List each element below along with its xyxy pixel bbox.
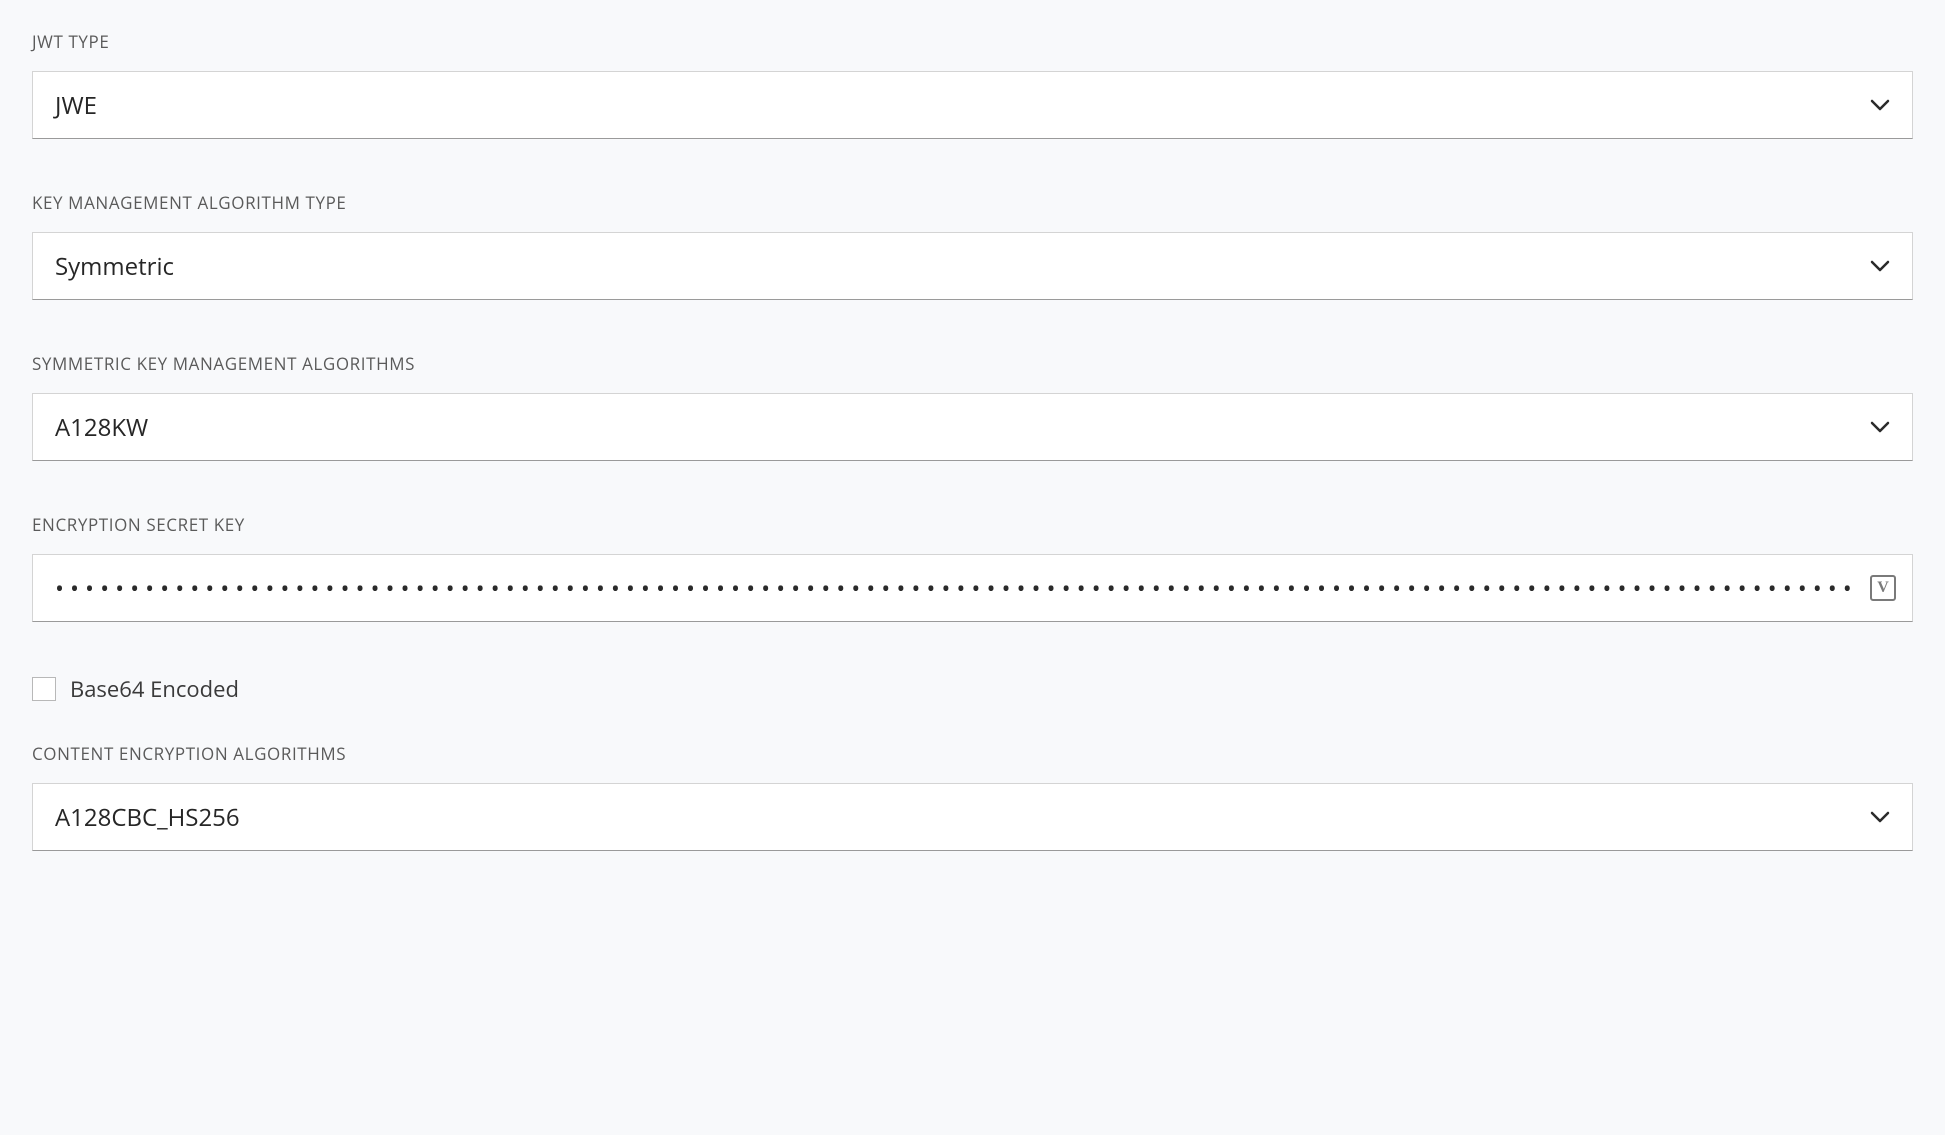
key-mgmt-type-value: Symmetric [55, 250, 174, 283]
chevron-down-icon [1870, 421, 1890, 433]
content-encryption-algos-label: CONTENT ENCRYPTION ALGORITHMS [32, 742, 1913, 765]
encryption-secret-label: ENCRYPTION SECRET KEY [32, 513, 1913, 536]
symmetric-key-algos-select[interactable]: A128KW [32, 393, 1913, 461]
jwt-type-select[interactable]: JWE [32, 71, 1913, 139]
content-encryption-algos-select[interactable]: A128CBC_HS256 [32, 783, 1913, 851]
base64-encoded-label[interactable]: Base64 Encoded [70, 674, 239, 704]
symmetric-key-algos-label: SYMMETRIC KEY MANAGEMENT ALGORITHMS [32, 352, 1913, 375]
base64-encoded-checkbox[interactable] [32, 677, 56, 701]
key-mgmt-type-label: KEY MANAGEMENT ALGORITHM TYPE [32, 191, 1913, 214]
jwt-type-label: JWT TYPE [32, 30, 1913, 53]
encryption-secret-input[interactable] [55, 572, 1852, 605]
key-mgmt-type-select[interactable]: Symmetric [32, 232, 1913, 300]
vault-icon[interactable]: V [1870, 575, 1896, 601]
chevron-down-icon [1870, 811, 1890, 823]
content-encryption-algos-value: A128CBC_HS256 [55, 801, 240, 834]
chevron-down-icon [1870, 260, 1890, 272]
symmetric-key-algos-value: A128KW [55, 411, 148, 444]
encryption-secret-field-wrap: V [32, 554, 1913, 622]
chevron-down-icon [1870, 99, 1890, 111]
jwt-type-value: JWE [55, 89, 97, 122]
